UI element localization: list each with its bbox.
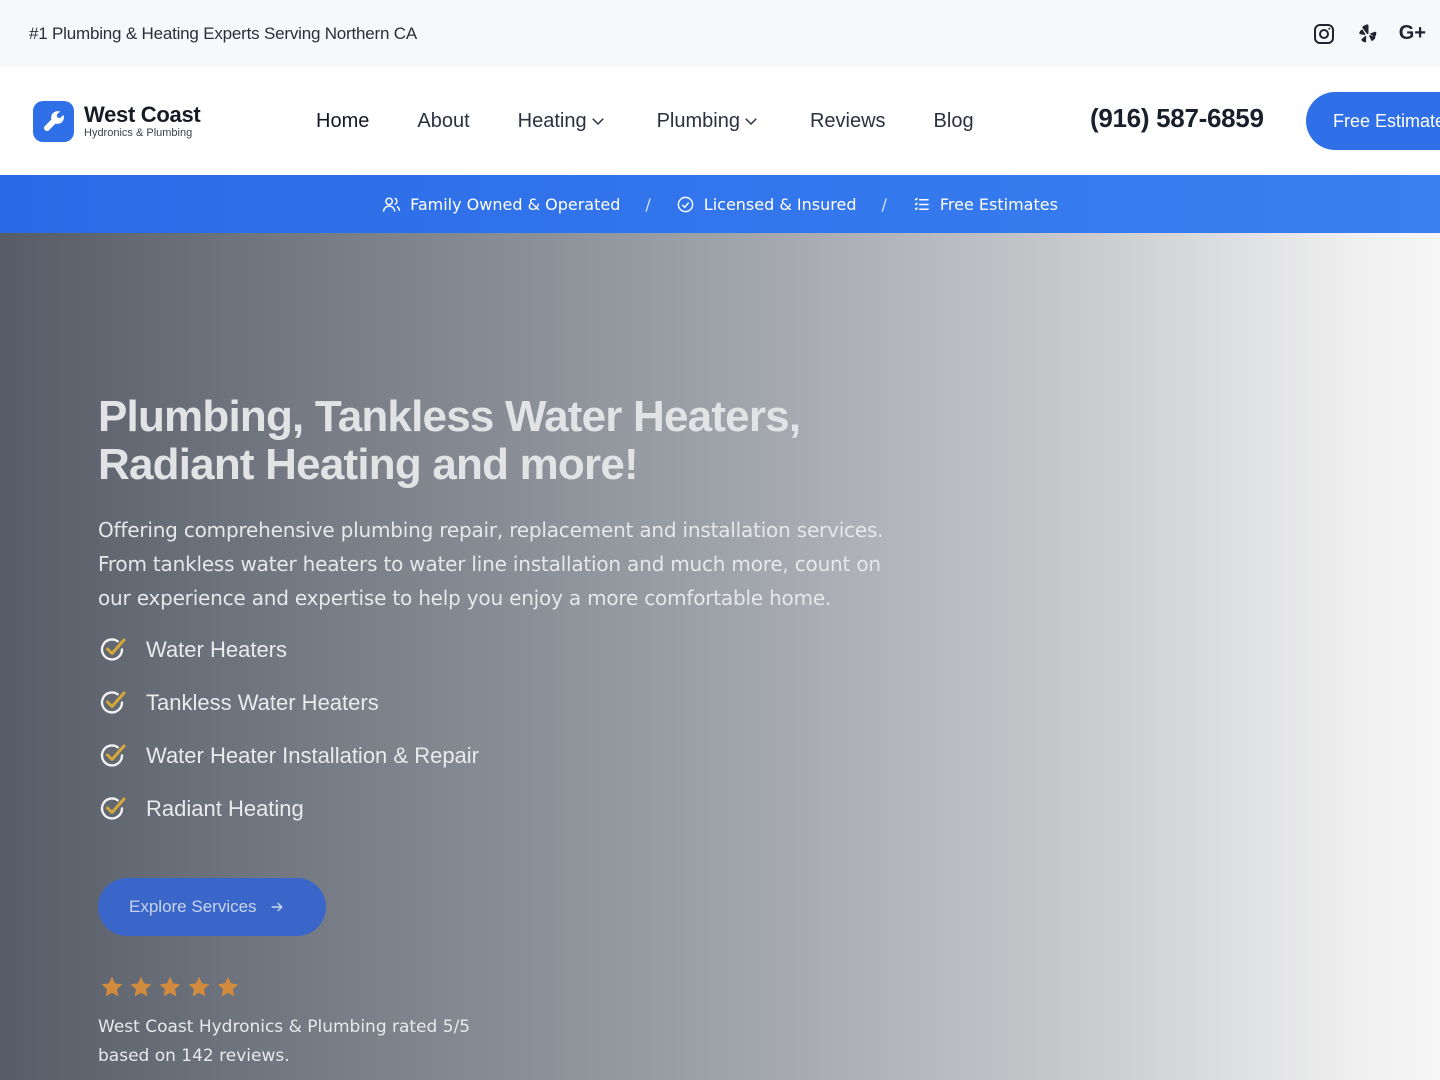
nav-heating[interactable]: Heating [518,110,607,133]
arrow-right-icon [271,902,283,912]
nav-about[interactable]: About [417,110,469,133]
nav-reviews[interactable]: Reviews [810,110,886,133]
trust-licensed: Licensed & Insured [676,194,857,214]
trust-estimates-label: Free Estimates [939,194,1058,214]
social-links: G+ [1311,21,1426,47]
trust-family-owned: Family Owned & Operated [382,195,620,214]
hero-title-line1: Plumbing, Tankless Water Heaters, [98,392,801,441]
chevron-down-icon [745,118,757,126]
hero-title: Plumbing, Tankless Water Heaters, Radian… [98,393,928,489]
check-circle-icon [100,690,126,714]
logo-title: West Coast [84,101,201,127]
star-icon [159,976,181,997]
main-nav: Home About Heating Plumbing Reviews Blog [283,110,974,133]
chevron-down-icon [591,118,604,126]
check-circle-icon [100,796,126,820]
nav-plumbing-label: Plumbing [656,109,740,132]
google-plus-icon[interactable]: G+ [1399,21,1426,47]
feature-label: Tankless Water Heaters [146,689,379,715]
trust-family-label: Family Owned & Operated [410,194,621,214]
star-icon [130,976,152,997]
rating-line1: West Coast Hydronics & Plumbing rated 5/… [98,1017,471,1037]
people-icon [382,196,401,212]
explore-services-button[interactable]: Explore Services [98,878,326,936]
site-logo[interactable]: West Coast Hydronics & Plumbing [33,100,283,142]
rating-line2: based on 142 reviews. [98,1046,290,1066]
feature-item: Water Heater Installation & Repair [98,729,928,782]
rating-stars [100,975,240,999]
feature-label: Radiant Heating [146,795,304,821]
hero-title-line2: Radiant Heating and more! [98,440,639,489]
yelp-icon[interactable] [1355,21,1381,47]
hero-description: Offering comprehensive plumbing repair, … [98,518,884,610]
feature-item: Tankless Water Heaters [98,676,928,729]
star-icon [101,976,123,997]
feature-list: Water Heaters Tankless Water Heaters Wat… [98,623,928,835]
phone-number[interactable]: (916) 587-6859 [1090,103,1264,134]
feature-item: Radiant Heating [98,782,928,835]
instagram-icon[interactable] [1311,21,1337,47]
nav-plumbing[interactable]: Plumbing [657,110,760,133]
rating-text: West Coast Hydronics & Plumbing rated 5/… [98,1013,538,1071]
check-circle-icon [100,743,126,767]
star-icon [188,976,210,997]
feature-item: Water Heaters [98,623,928,676]
trust-free-estimates: Free Estimates [912,195,1058,214]
hero-section: Plumbing, Tankless Water Heaters, Radian… [0,233,1440,1080]
trust-bar: Family Owned & Operated / Licensed & Ins… [0,175,1440,233]
explore-services-label: Explore Services [129,897,257,916]
top-bar: #1 Plumbing & Heating Experts Serving No… [0,0,1440,67]
logo-subtitle: Hydronics & Plumbing [84,126,193,139]
nav-heating-label: Heating [517,109,587,132]
nav-blog[interactable]: Blog [934,110,974,133]
feature-label: Water Heaters [146,636,288,662]
list-icon [914,197,929,210]
free-estimate-button[interactable]: Free Estimate [1306,92,1440,150]
badge-check-icon [677,196,694,212]
trust-licensed-label: Licensed & Insured [703,194,857,214]
trust-separator: / [645,194,651,214]
trust-separator: / [881,194,887,214]
main-header: West Coast Hydronics & Plumbing Home Abo… [0,67,1440,175]
feature-label: Water Heater Installation & Repair [146,742,479,768]
nav-home[interactable]: Home [316,110,369,133]
star-icon [217,976,239,997]
top-tagline: #1 Plumbing & Heating Experts Serving No… [29,23,418,43]
check-circle-icon [100,637,126,661]
wrench-icon [33,100,74,142]
logo-text: West Coast Hydronics & Plumbing [84,101,201,139]
hero-content: Plumbing, Tankless Water Heaters, Radian… [98,393,928,835]
